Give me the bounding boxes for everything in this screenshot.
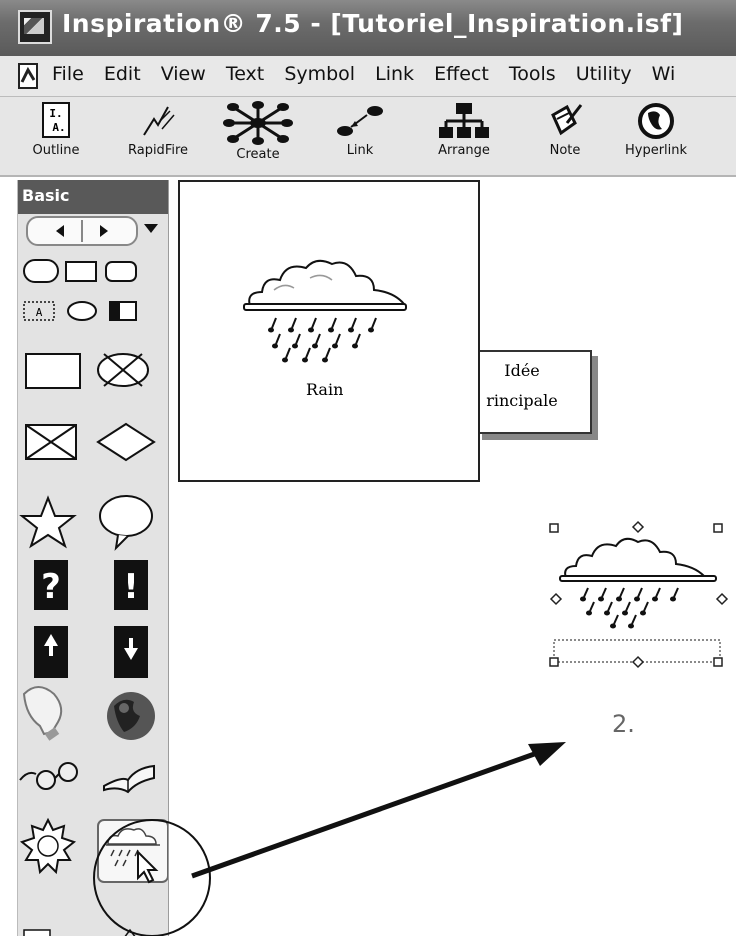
note-button[interactable]: Note [540,101,590,158]
rectangle-shape-icon[interactable] [65,261,97,282]
crossed-rect-shape-icon[interactable] [25,424,77,460]
half-filled-rect-icon[interactable] [109,301,137,321]
symbol-palette: Basic A ? ! [17,180,170,936]
crossed-oval-shape-icon[interactable] [97,353,149,387]
window-title: Inspiration® 7.5 - [Tutoriel_Inspiration… [62,9,684,38]
up-arrow-icon[interactable] [34,626,68,678]
menu-edit[interactable]: Edit [104,63,141,85]
glasses-icon[interactable] [19,762,78,790]
palette-dropdown-icon[interactable] [144,224,158,234]
menu-symbol[interactable]: Symbol [284,63,355,85]
svg-text:?: ? [41,567,61,607]
outline-label: Outline [32,143,80,158]
menu-bar: File Edit View Text Symbol Link Effect T… [0,56,736,97]
exclamation-mark-icon[interactable]: ! [114,560,148,610]
svg-text:I.: I. [49,107,62,120]
rain-cloud-icon [243,259,407,363]
step-number: 2. [612,710,635,738]
cloud-shape-icon[interactable] [67,301,97,321]
link-label: Link [346,143,374,158]
svg-text:A.: A. [52,121,65,134]
menu-link[interactable]: Link [375,63,414,85]
toolbar: I. A. Outline RapidFire Create Link Arra… [0,97,736,177]
text-box-shape-icon[interactable]: A [23,301,55,321]
note-icon [551,104,583,136]
create-label: Create [236,147,280,162]
arrange-label: Arrange [438,143,490,158]
earth-globe-icon[interactable] [107,692,155,740]
menu-file[interactable]: File [52,63,84,85]
link-icon [337,106,383,136]
palette-title: Basic [18,180,168,214]
note-label: Note [549,143,581,158]
create-icon [223,101,293,145]
hyperlink-button[interactable]: Hyperlink [616,101,696,158]
app-icon[interactable] [18,10,52,44]
diamond-shape-icon[interactable] [96,422,156,462]
rapidfire-icon [143,106,175,136]
rapidfire-button[interactable]: RapidFire [118,101,198,158]
rain-cloud-symbol-selected[interactable] [97,819,168,884]
hyperlink-icon [638,103,674,139]
create-button[interactable]: Create [218,101,298,162]
rounded-rect-shape-icon[interactable] [105,261,137,282]
palette-symbols: A ? ! [19,259,168,936]
menu-window[interactable]: Wi [652,63,676,85]
rapidfire-label: RapidFire [127,143,189,158]
title-bar: Inspiration® 7.5 - [Tutoriel_Inspiration… [0,0,736,56]
hyperlink-label: Hyperlink [624,143,688,158]
plain-rect-shape-icon[interactable] [25,353,81,389]
menu-utility[interactable]: Utility [576,63,632,85]
next-icon[interactable] [100,225,108,237]
palette-nav [26,216,138,246]
selected-rain-symbol[interactable] [548,520,736,680]
question-mark-icon[interactable]: ? [34,560,68,610]
prev-icon[interactable] [56,225,64,237]
svg-text:!: ! [123,567,139,607]
arrange-icon [439,103,489,138]
partial-symbol-icon[interactable] [23,928,136,936]
open-book-icon[interactable] [103,764,155,794]
menu-view[interactable]: View [161,63,206,85]
oval-shape-icon[interactable] [23,259,59,283]
down-arrow-icon[interactable] [114,626,148,678]
speech-bubble-shape-icon[interactable] [99,495,153,551]
menu-text[interactable]: Text [226,63,264,85]
arrange-button[interactable]: Arrange [432,101,496,158]
menu-tools[interactable]: Tools [509,63,556,85]
rain-label: Rain [306,380,344,399]
svg-text:A: A [36,306,43,319]
outline-icon: I. A. [42,102,70,138]
light-bulb-icon[interactable] [22,686,63,741]
document-icon[interactable] [16,62,42,90]
outline-button[interactable]: I. A. Outline [30,101,82,158]
link-button[interactable]: Link [330,101,390,158]
sun-icon[interactable] [19,817,77,875]
symbol-preview-box [178,180,480,482]
star-shape-icon[interactable] [19,495,77,549]
menu-effect[interactable]: Effect [434,63,489,85]
